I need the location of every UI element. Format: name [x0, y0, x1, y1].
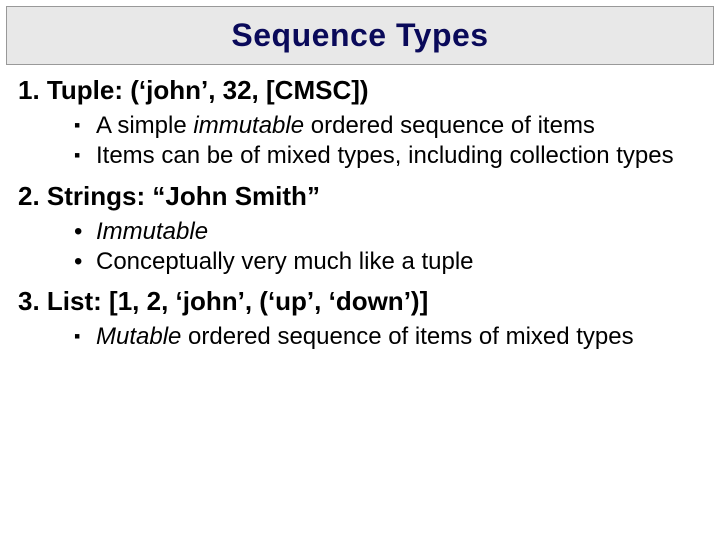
bullet-list-strings: Immutable Conceptually very much like a … — [74, 218, 702, 277]
section-head-strings: 2. Strings: “John Smith” — [18, 181, 702, 212]
bullet-list-tuple: A simple immutable ordered sequence of i… — [74, 112, 702, 171]
list-item: Mutable ordered sequence of items of mix… — [74, 323, 702, 351]
section-head-list: 3. List: [1, 2, ‘john’, (‘up’, ‘down’)] — [18, 286, 702, 317]
bullet-list-list: Mutable ordered sequence of items of mix… — [74, 323, 702, 351]
bullet-em: Immutable — [96, 218, 208, 245]
bullet-text: ordered sequence of items of mixed types — [181, 323, 633, 350]
section-label: Tuple: — [47, 75, 123, 105]
section-label: Strings: — [47, 181, 145, 211]
section-example: “John Smith” — [152, 181, 320, 211]
section-example: (‘john’, 32, [CMSC]) — [130, 75, 368, 105]
bullet-text: Items can be of mixed types, including c… — [96, 142, 674, 169]
section-example: [1, 2, ‘john’, (‘up’, ‘down’)] — [109, 286, 428, 316]
title-bar: Sequence Types — [6, 6, 714, 65]
bullet-em: immutable — [193, 112, 304, 139]
section-label: List: — [47, 286, 102, 316]
section-head-tuple: 1. Tuple: (‘john’, 32, [CMSC]) — [18, 75, 702, 106]
section-num: 1. — [18, 75, 40, 105]
bullet-text: A simple — [96, 112, 193, 139]
list-item: A simple immutable ordered sequence of i… — [74, 112, 702, 140]
slide-title: Sequence Types — [7, 17, 713, 54]
bullet-em: Mutable — [96, 323, 181, 350]
section-num: 2. — [18, 181, 40, 211]
slide-body: 1. Tuple: (‘john’, 32, [CMSC]) A simple … — [0, 75, 720, 352]
section-num: 3. — [18, 286, 40, 316]
list-item: Items can be of mixed types, including c… — [74, 142, 702, 170]
list-item: Conceptually very much like a tuple — [74, 248, 702, 276]
bullet-text: Conceptually very much like a tuple — [96, 248, 474, 275]
bullet-text: ordered sequence of items — [304, 112, 595, 139]
list-item: Immutable — [74, 218, 702, 246]
